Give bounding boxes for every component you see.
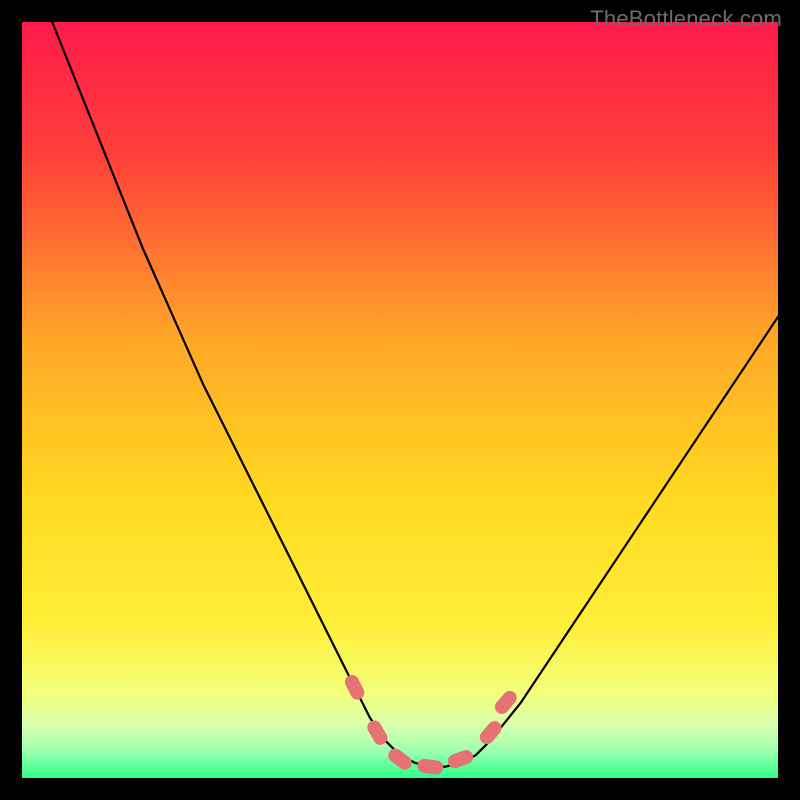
chart-frame: TheBottleneck.com [0, 0, 800, 800]
gradient-background [22, 22, 778, 778]
chart-svg [22, 22, 778, 778]
plot-area [22, 22, 778, 778]
watermark-text: TheBottleneck.com [590, 6, 782, 32]
